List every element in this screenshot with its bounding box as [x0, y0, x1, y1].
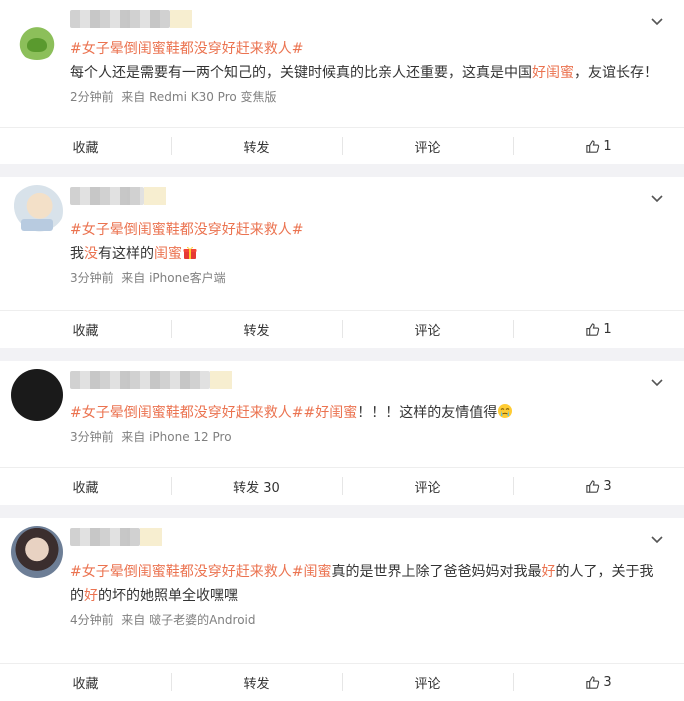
username-blurred[interactable] [70, 528, 162, 546]
post-actions: 收藏 转发 评论 3 [0, 663, 684, 700]
post-actions: 收藏 转发 评论 1 [0, 127, 684, 164]
hashtag-link[interactable]: #女子晕倒闺蜜鞋都没穿好赶来救人# [70, 222, 303, 238]
comment-button[interactable]: 评论 [342, 664, 513, 700]
post-time[interactable]: 3分钟前 [70, 271, 114, 285]
keyword-link[interactable]: 闺蜜 [303, 564, 331, 580]
post-source: 来自 Redmi K30 Pro 变焦版 [121, 90, 277, 104]
like-count: 1 [603, 321, 612, 337]
chevron-down-icon[interactable] [650, 375, 664, 389]
thumbs-up-icon [586, 322, 600, 336]
keyword-link[interactable]: 好闺蜜 [532, 65, 574, 81]
post-source: 来自 啵子老婆的Android [121, 613, 256, 627]
like-count: 3 [603, 674, 612, 690]
hashtag-link[interactable]: #女子晕倒闺蜜鞋都没穿好赶来救人# [70, 41, 303, 57]
hashtag-link[interactable]: #好闺蜜 [303, 405, 357, 421]
username-blurred[interactable] [70, 371, 232, 389]
gift-emoji [183, 246, 197, 259]
crying-emoji [498, 404, 513, 418]
repost-button[interactable]: 转发 [171, 664, 342, 700]
post-time[interactable]: 2分钟前 [70, 90, 114, 104]
favorite-button[interactable]: 收藏 [0, 664, 171, 700]
avatar[interactable] [11, 185, 63, 237]
post-text: #女子晕倒闺蜜鞋都没穿好赶来救人#闺蜜真的是世界上除了爸爸妈妈对我最好的人了，关… [70, 564, 654, 627]
like-button[interactable]: 1 [513, 311, 684, 347]
repost-button[interactable]: 转发 [171, 128, 342, 164]
avatar[interactable] [11, 369, 63, 421]
comment-button[interactable]: 评论 [342, 311, 513, 347]
post-time[interactable]: 3分钟前 [70, 430, 114, 444]
thumbs-up-icon [586, 675, 600, 689]
username-blurred[interactable] [70, 187, 166, 205]
favorite-button[interactable]: 收藏 [0, 468, 171, 504]
thumbs-up-icon [586, 479, 600, 493]
post-source: 来自 iPhone 12 Pro [121, 430, 232, 444]
chevron-down-icon[interactable] [650, 14, 664, 28]
username-blurred[interactable] [70, 10, 192, 28]
hashtag-link[interactable]: #女子晕倒闺蜜鞋都没穿好赶来救人# [70, 564, 303, 580]
chevron-down-icon[interactable] [650, 191, 664, 205]
like-count: 1 [603, 138, 612, 154]
comment-button[interactable]: 评论 [342, 468, 513, 504]
like-button[interactable]: 1 [513, 128, 684, 164]
post-text: #女子晕倒闺蜜鞋都没穿好赶来救人# 我没有这样的闺蜜 3分钟前 来自 iPhon… [70, 222, 304, 285]
keyword-link[interactable]: 闺蜜 [154, 246, 182, 262]
like-count: 3 [603, 478, 612, 494]
chevron-down-icon[interactable] [650, 532, 664, 546]
comment-button[interactable]: 评论 [342, 128, 513, 164]
favorite-button[interactable]: 收藏 [0, 311, 171, 347]
post-text: #女子晕倒闺蜜鞋都没穿好赶来救人# 每个人还是需要有一两个知己的，关键时候真的比… [70, 41, 658, 104]
thumbs-up-icon [586, 139, 600, 153]
repost-button[interactable]: 转发 30 [171, 468, 342, 504]
favorite-button[interactable]: 收藏 [0, 128, 171, 164]
post-time[interactable]: 4分钟前 [70, 613, 114, 627]
post-source: 来自 iPhone客户端 [121, 271, 226, 285]
repost-button[interactable]: 转发 [171, 311, 342, 347]
post-text: #女子晕倒闺蜜鞋都没穿好赶来救人##好闺蜜！！！这样的友情值得 3分钟前 来自 … [70, 401, 654, 447]
post-actions: 收藏 转发 30 评论 3 [0, 467, 684, 504]
hashtag-link[interactable]: #女子晕倒闺蜜鞋都没穿好赶来救人# [70, 405, 303, 421]
like-button[interactable]: 3 [513, 468, 684, 504]
avatar[interactable] [11, 8, 63, 60]
post-actions: 收藏 转发 评论 1 [0, 310, 684, 347]
avatar[interactable] [11, 526, 63, 578]
like-button[interactable]: 3 [513, 664, 684, 700]
